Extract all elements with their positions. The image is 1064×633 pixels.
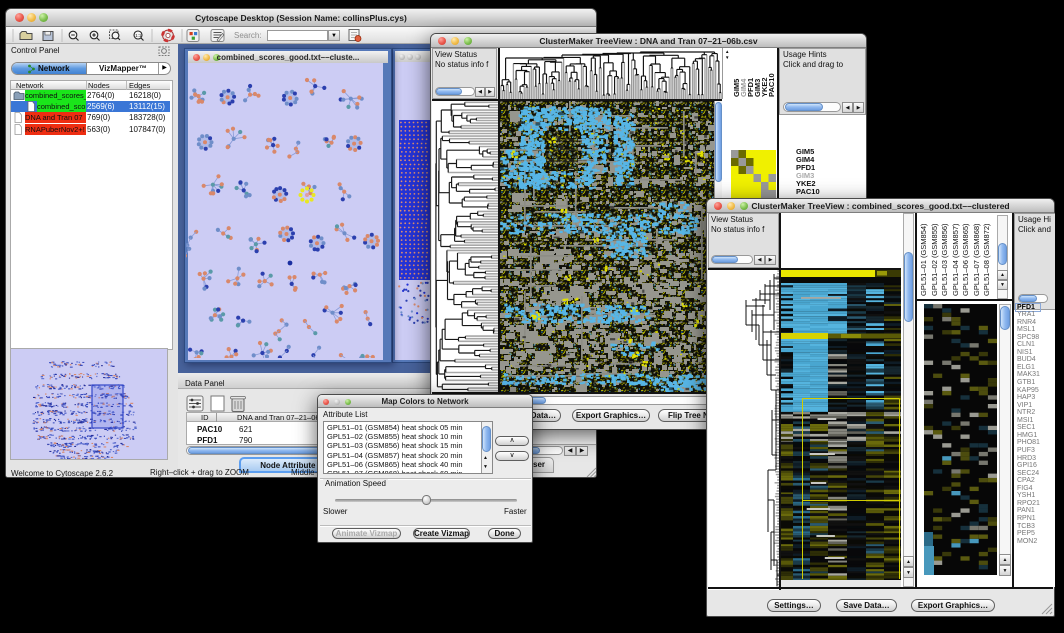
svg-text:Search:: Search: bbox=[234, 31, 262, 40]
svg-text:1:1: 1:1 bbox=[135, 33, 142, 38]
